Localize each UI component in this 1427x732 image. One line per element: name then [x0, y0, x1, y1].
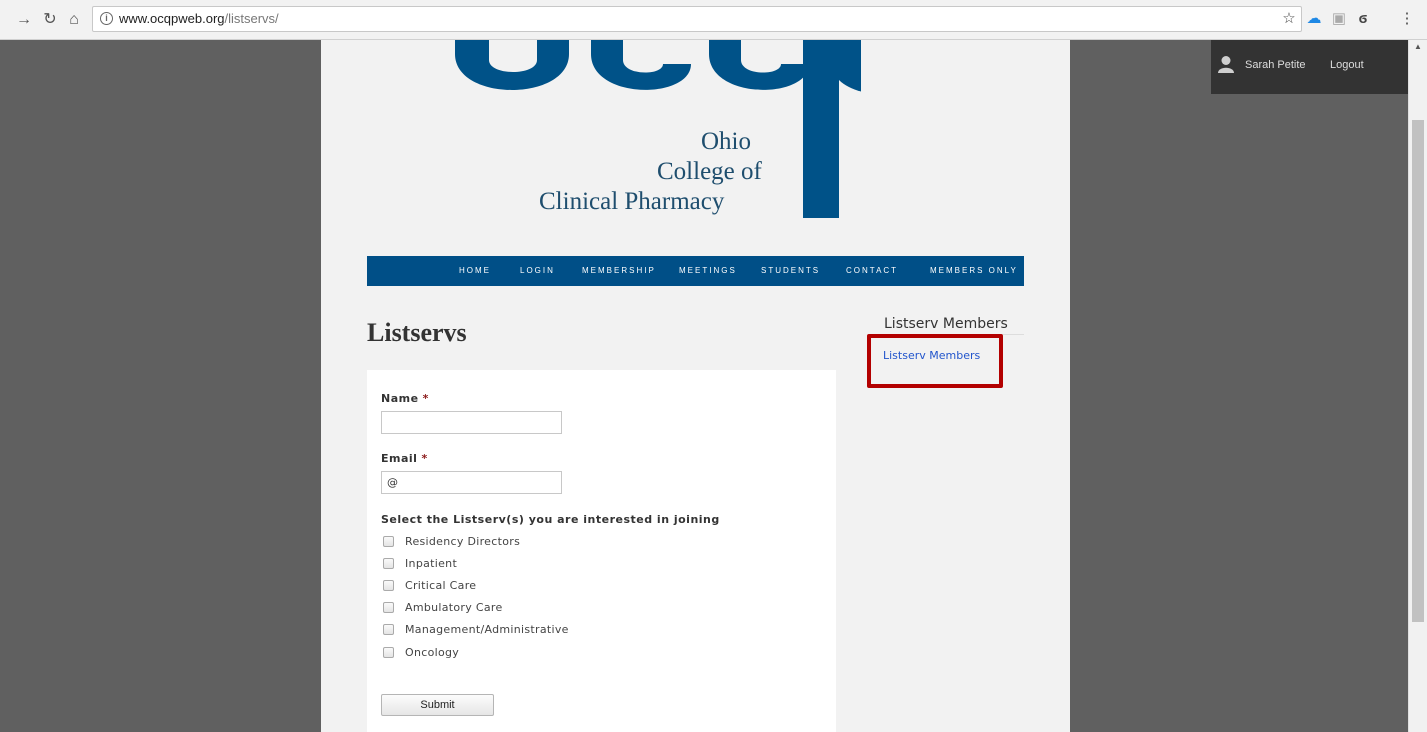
checkbox[interactable]: [383, 624, 394, 635]
nav-item-members-only[interactable]: MEMBERS ONLY: [930, 266, 1018, 275]
listserv-members-link[interactable]: Listserv Members: [883, 349, 980, 362]
nav-item-meetings[interactable]: MEETINGS: [679, 266, 737, 275]
url-path: /listservs/: [224, 11, 279, 26]
page-scrollbar[interactable]: ▲: [1408, 40, 1427, 732]
submit-button[interactable]: Submit: [381, 694, 494, 716]
checkbox[interactable]: [383, 602, 394, 613]
email-input[interactable]: [381, 471, 562, 494]
reload-icon[interactable]: ↻: [40, 10, 60, 30]
checkbox-label: Management/Administrative: [405, 623, 569, 636]
checkbox[interactable]: [383, 580, 394, 591]
cloud-extension-icon[interactable]: ☁: [1305, 10, 1323, 28]
nav-item-login[interactable]: LOGIN: [520, 266, 555, 275]
name-input[interactable]: [381, 411, 562, 434]
user-avatar-icon: [1218, 56, 1234, 73]
logout-link[interactable]: Logout: [1330, 59, 1364, 71]
main-navigation: HOME LOGIN MEMBERSHIP MEETINGS STUDENTS …: [367, 256, 1024, 286]
nav-item-contact[interactable]: CONTACT: [846, 266, 898, 275]
menu-kebab-icon[interactable]: ⋮: [1398, 10, 1416, 28]
checkbox[interactable]: [383, 536, 394, 547]
listserv-question-label: Select the Listserv(s) you are intereste…: [381, 513, 720, 526]
listserv-signup-form: Name* Email* Select the Listserv(s) you …: [367, 370, 836, 732]
scroll-up-arrow-icon[interactable]: ▲: [1414, 42, 1422, 51]
name-label: Name *: [381, 392, 429, 405]
sidebar-title: Listserv Members: [884, 316, 1008, 332]
logo-text-ohio: Ohio: [701, 128, 751, 155]
bookmark-star-icon[interactable]: ☆: [1280, 10, 1298, 28]
address-bar[interactable]: i www.ocqpweb.org/listservs/: [92, 6, 1302, 32]
checkbox-label: Residency Directors: [405, 535, 521, 548]
checkbox-label: Ambulatory Care: [405, 601, 503, 614]
home-icon[interactable]: ⌂: [64, 10, 84, 30]
pdf-extension-icon[interactable]: ▣: [1330, 10, 1348, 28]
admin-user-name[interactable]: Sarah Petite: [1245, 59, 1306, 71]
scroll-thumb[interactable]: [1412, 120, 1424, 622]
checkbox[interactable]: [383, 647, 394, 658]
checkbox-label: Inpatient: [405, 557, 458, 570]
page-content: Ohio College of Clinical Pharmacy HOME L…: [321, 40, 1070, 732]
checkbox[interactable]: [383, 558, 394, 569]
nav-item-membership[interactable]: MEMBERSHIP: [582, 266, 656, 275]
nav-item-students[interactable]: STUDENTS: [761, 266, 820, 275]
info-icon[interactable]: i: [100, 12, 113, 25]
required-mark: *: [422, 392, 429, 405]
email-label: Email *: [381, 452, 428, 465]
url-host: www.ocqpweb.org: [119, 11, 225, 26]
required-mark: *: [421, 452, 428, 465]
nav-item-home[interactable]: HOME: [459, 266, 491, 275]
admin-bar: Sarah Petite Logout: [1211, 40, 1408, 94]
page-title: Listservs: [367, 318, 467, 347]
logo-text-clinical-pharmacy: Clinical Pharmacy: [539, 188, 725, 215]
browser-toolbar: → ↻ ⌂ i www.ocqpweb.org/listservs/ ☆ ☁ ▣…: [0, 0, 1427, 40]
logo-text-college: College of: [657, 158, 762, 185]
forward-icon[interactable]: →: [14, 10, 34, 30]
extension-icon[interactable]: ϭ: [1354, 10, 1372, 28]
checkbox-label: Oncology: [405, 646, 460, 659]
checkbox-label: Critical Care: [405, 579, 477, 592]
